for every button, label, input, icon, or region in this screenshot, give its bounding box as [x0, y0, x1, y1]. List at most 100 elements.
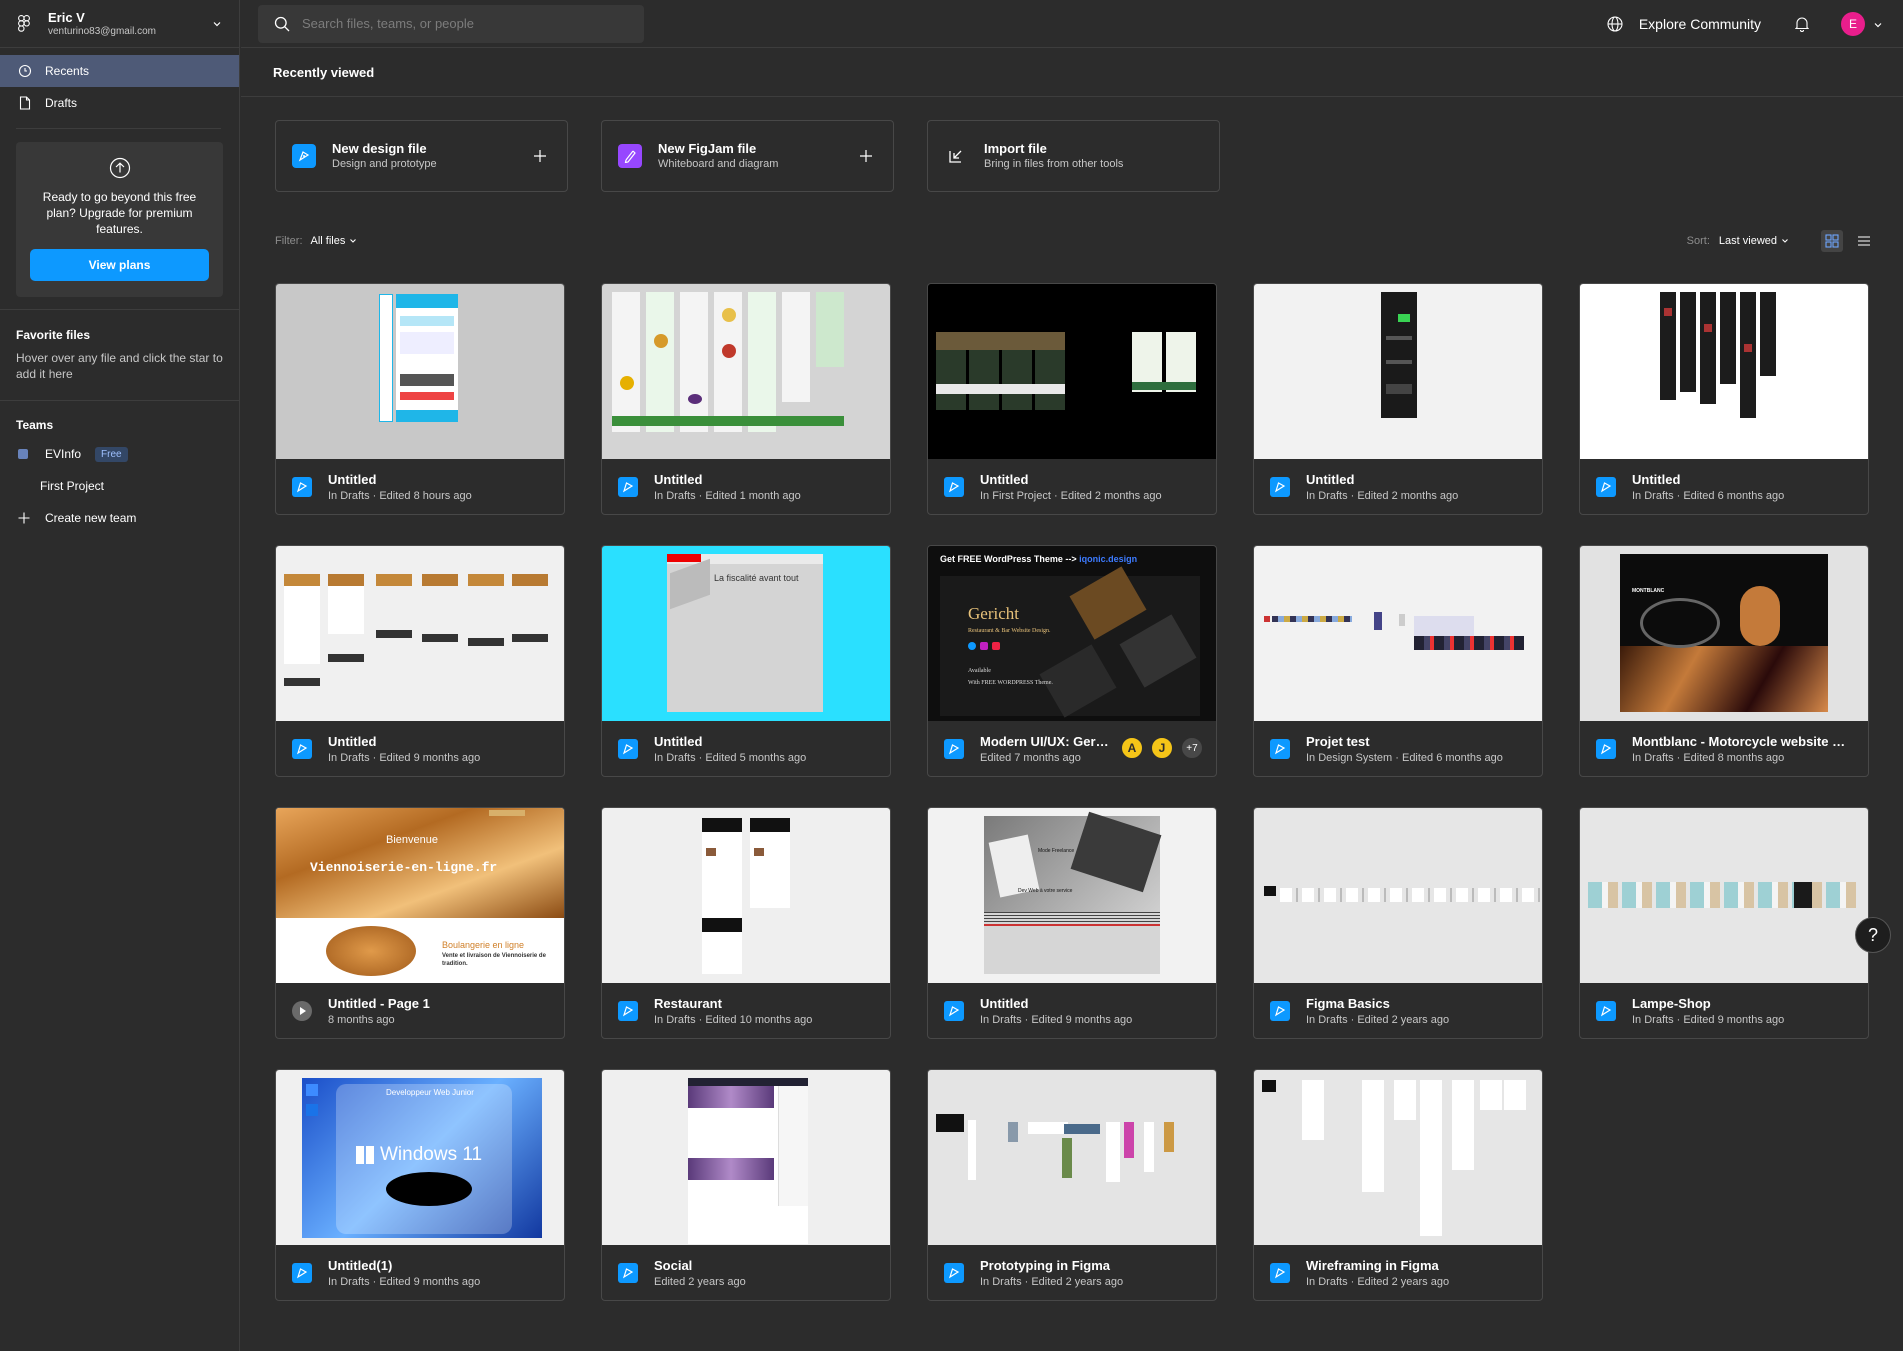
file-card[interactable]: Bienvenue Viennoiserie-en-ligne.fr Boula… — [275, 807, 565, 1039]
design-file-icon — [292, 144, 316, 168]
file-card[interactable]: Untitled In Drafts · Edited 9 months ago — [275, 545, 565, 777]
new-figjam-file-button[interactable]: New FigJam file Whiteboard and diagram — [601, 120, 894, 192]
filter-dropdown[interactable]: All files — [311, 235, 358, 247]
file-card[interactable]: Restaurant In Drafts · Edited 10 months a… — [601, 807, 891, 1039]
nav-recents[interactable]: Recents — [0, 55, 239, 87]
list-view-button[interactable] — [1853, 230, 1875, 252]
grid-view-button[interactable] — [1821, 230, 1843, 252]
search-input[interactable] — [302, 16, 622, 31]
card-subtitle: Design and prototype — [332, 158, 437, 170]
sort-label: Sort: — [1686, 235, 1710, 247]
design-file-icon — [618, 477, 638, 497]
project-name: First Project — [40, 479, 105, 493]
sort-dropdown[interactable]: Last viewed — [1719, 235, 1789, 247]
top-bar: Explore Community E — [241, 0, 1903, 48]
design-file-icon — [944, 1263, 964, 1283]
favorites-title: Favorite files — [16, 328, 91, 342]
file-card[interactable]: Untitled In First Project · Edited 2 mont… — [927, 283, 1217, 515]
file-card[interactable]: Social Edited 2 years ago — [601, 1069, 891, 1301]
design-file-icon — [1270, 477, 1290, 497]
file-subtitle: In Drafts · Edited 5 months ago — [654, 751, 807, 764]
file-subtitle: In Drafts · Edited 6 months ago — [1632, 489, 1785, 502]
file-grid: Untitled In Drafts · Edited 8 hours ago — [275, 283, 1869, 1301]
chevron-down-icon — [1782, 239, 1788, 243]
file-card[interactable]: Untitled In Drafts · Edited 2 months ago — [1253, 283, 1543, 515]
file-card[interactable]: Projet test In Design System · Edited 6 m… — [1253, 545, 1543, 777]
file-card[interactable]: Untitled In Drafts · Edited 6 months ago — [1579, 283, 1869, 515]
file-card[interactable]: Untitled In Drafts · Edited 1 month ago — [601, 283, 891, 515]
chevron-down-icon[interactable] — [1873, 19, 1883, 29]
account-name: Eric V — [48, 9, 85, 25]
thumbnail-text: MONTBLANC — [1632, 588, 1665, 594]
file-card[interactable]: Mode Freelance Dev Web à votre service U… — [927, 807, 1217, 1039]
figjam-icon — [618, 144, 642, 168]
team-evinfo[interactable]: EVInfo Free — [0, 438, 239, 470]
play-icon — [292, 1001, 312, 1021]
file-thumbnail: Mode Freelance Dev Web à votre service — [928, 808, 1216, 983]
file-title: Montblanc - Motorcycle website design — [1632, 733, 1850, 749]
file-card[interactable]: Get FREE WordPress Theme --> iqonic.desi… — [927, 545, 1217, 777]
design-file-icon — [1596, 1001, 1616, 1021]
file-subtitle: In Drafts · Edited 2 years ago — [980, 1275, 1124, 1288]
file-title: Untitled(1) — [328, 1257, 393, 1273]
plus-icon — [859, 149, 873, 163]
thumbnail-text: Available — [968, 668, 991, 674]
card-title: New FigJam file — [658, 141, 757, 156]
file-icon — [18, 96, 32, 110]
explore-community-link[interactable]: Explore Community — [1639, 16, 1761, 32]
file-card[interactable]: Developpeur Web Junior Windows 11 Untitl… — [275, 1069, 565, 1301]
filter-bar: Filter: All files Sort: Last viewed — [275, 230, 1875, 252]
free-badge: Free — [95, 446, 128, 462]
account-switcher[interactable]: Eric V venturino83@gmail.com — [0, 0, 239, 48]
design-file-icon — [292, 739, 312, 759]
chevron-down-icon — [211, 18, 223, 30]
create-team-label: Create new team — [45, 511, 137, 525]
file-card[interactable]: MONTBLANC Montblanc - Motorcycle website… — [1579, 545, 1869, 777]
collaborator-avatar: A — [1120, 736, 1144, 760]
collaborator-avatar: J — [1150, 736, 1174, 760]
file-card[interactable]: Wireframing in Figma In Drafts · Edited 2… — [1253, 1069, 1543, 1301]
upgrade-text: Ready to go beyond this free plan? Upgra… — [42, 190, 197, 236]
file-title: Wireframing in Figma — [1306, 1257, 1439, 1273]
design-file-icon — [944, 477, 964, 497]
file-card[interactable]: Untitled In Drafts · Edited 8 hours ago — [275, 283, 565, 515]
help-button[interactable]: ? — [1855, 917, 1891, 953]
file-card[interactable]: La fiscalité avant tout Untitled In Draft… — [601, 545, 891, 777]
card-title: New design file — [332, 141, 427, 156]
new-design-file-button[interactable]: New design file Design and prototype — [275, 120, 568, 192]
design-file-icon — [618, 1001, 638, 1021]
nav-drafts[interactable]: Drafts — [0, 87, 239, 119]
sort-value: Last viewed — [1718, 235, 1777, 247]
file-card[interactable]: Figma Basics In Drafts · Edited 2 years a… — [1253, 807, 1543, 1039]
file-subtitle: Edited 2 years ago — [654, 1275, 746, 1288]
view-plans-button[interactable]: View plans — [30, 249, 209, 281]
design-file-icon — [1596, 739, 1616, 759]
search-box[interactable] — [258, 4, 644, 43]
arrow-up-circle-icon — [109, 157, 131, 179]
file-title: Untitled — [328, 733, 377, 749]
notification-bell-icon[interactable] — [1794, 16, 1811, 32]
project-first-project[interactable]: First Project — [0, 470, 239, 502]
file-title: Untitled — [1306, 471, 1355, 487]
design-file-icon — [618, 739, 638, 759]
user-avatar[interactable]: E — [1841, 12, 1865, 36]
card-subtitle: Whiteboard and diagram — [658, 158, 779, 170]
file-card[interactable]: Prototyping in Figma In Drafts · Edited 2… — [927, 1069, 1217, 1301]
file-thumbnail: La fiscalité avant tout — [602, 546, 890, 721]
file-thumbnail — [602, 1070, 890, 1245]
upgrade-panel: Ready to go beyond this free plan? Upgra… — [16, 142, 223, 297]
file-subtitle: In Drafts · Edited 2 months ago — [1306, 489, 1459, 502]
file-subtitle: In Drafts · Edited 8 months ago — [1632, 751, 1785, 764]
file-subtitle: In Drafts · Edited 9 months ago — [980, 1013, 1133, 1026]
design-file-icon — [292, 477, 312, 497]
file-card[interactable]: Lampe-Shop In Drafts · Edited 9 months ag… — [1579, 807, 1869, 1039]
file-thumbnail — [1254, 546, 1542, 721]
page-title: Recently viewed — [273, 65, 375, 80]
create-team-button[interactable]: Create new team — [0, 502, 239, 534]
card-subtitle: Bring in files from other tools — [984, 158, 1124, 170]
import-file-button[interactable]: Import file Bring in files from other to… — [927, 120, 1220, 192]
globe-icon — [1607, 16, 1623, 32]
file-title: Untitled — [328, 471, 377, 487]
file-thumbnail — [1580, 284, 1868, 459]
thumbnail-link: iqonic.design — [1079, 554, 1138, 564]
